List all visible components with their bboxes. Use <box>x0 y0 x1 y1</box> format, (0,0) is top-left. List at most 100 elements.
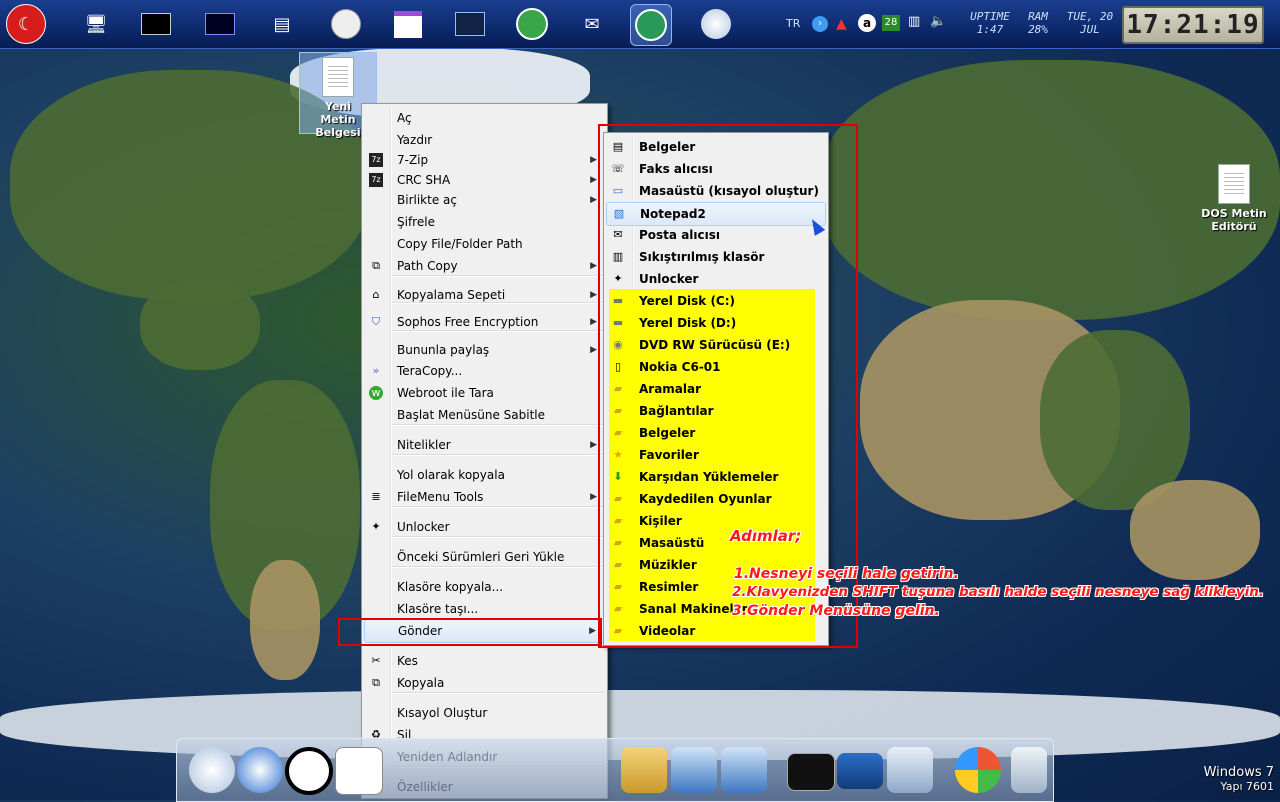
scissors-icon: ✂ <box>371 654 381 667</box>
menu-item-label: Unlocker <box>397 520 450 534</box>
copy-icon: ⧉ <box>372 676 380 689</box>
document-shortcut-icon <box>1218 164 1250 204</box>
avast-icon[interactable]: a <box>858 14 876 32</box>
webroot-icon: w <box>369 386 383 400</box>
menu-item-label: Kopyala <box>397 676 445 690</box>
compass-icon[interactable] <box>326 4 366 44</box>
context-menu-item[interactable]: Kısayol Oluştur <box>364 702 605 724</box>
terminal-dock-icon[interactable] <box>787 753 835 791</box>
tray-app-icon[interactable]: ▲ <box>836 16 847 32</box>
recycle-bin-dock-icon[interactable] <box>1011 747 1047 793</box>
mail-dock-icon[interactable] <box>237 747 283 793</box>
shield-icon: ⛉ <box>371 315 381 328</box>
context-menu-item[interactable]: w Webroot ile Tara <box>364 382 605 404</box>
copy-icon: ⧉ <box>372 259 380 272</box>
context-menu-item[interactable]: Nitelikler ▶ <box>364 434 605 456</box>
menu-item-label: Klasöre taşı... <box>397 602 479 616</box>
menu-item-label: Nitelikler <box>397 438 451 452</box>
paint-dock-icon[interactable] <box>335 747 383 795</box>
context-menu-item[interactable]: Şifrele <box>364 211 605 233</box>
context-menu-item[interactable]: Yol olarak kopyala <box>364 464 605 486</box>
control-panel-dock-icon[interactable] <box>887 747 933 793</box>
orb-dock-icon[interactable] <box>189 747 235 793</box>
context-menu-item[interactable]: ⌂ Kopyalama Sepeti ▶ <box>364 284 605 306</box>
submenu-arrow-icon: ▶ <box>590 261 597 271</box>
context-menu-item[interactable]: Klasöre taşı... <box>364 598 605 620</box>
menu-item-label: Sophos Free Encryption <box>397 315 539 329</box>
moon-orb-icon[interactable] <box>696 4 736 44</box>
context-menu-item[interactable]: Yazdır <box>364 129 605 151</box>
submenu-arrow-icon: ▶ <box>590 195 597 205</box>
command-prompt-icon[interactable] <box>136 4 176 44</box>
seven-zip-icon: 7z <box>369 153 383 167</box>
context-menu-item[interactable]: ✂ Kes <box>364 650 605 672</box>
computer-icon[interactable]: 🖥 <box>76 4 116 44</box>
submenu-arrow-icon: ▶ <box>590 155 597 165</box>
menu-item-label: CRC SHA <box>397 173 451 187</box>
annotation-title: Adımlar; <box>730 527 802 545</box>
list-icon: ≣ <box>371 490 381 503</box>
seven-zip-icon: 7z <box>369 173 383 187</box>
context-menu-item[interactable]: Klasöre kopyala... <box>364 576 605 598</box>
key-icon[interactable] <box>512 4 552 44</box>
network-dock-icon[interactable] <box>721 747 767 793</box>
text-document-icon <box>322 57 354 97</box>
submenu-arrow-icon: ▶ <box>590 440 597 450</box>
volume-icon[interactable]: 🔈 <box>930 14 946 29</box>
context-menu-item[interactable]: ✦ Unlocker <box>364 516 605 538</box>
desktop-icon-dos-editor[interactable]: DOS Metin Editörü <box>1196 164 1272 233</box>
menu-item-label: Kısayol Oluştur <box>397 706 488 720</box>
windows-watermark: Windows 7 Yapı 7601 <box>1203 765 1274 794</box>
menu-item-label: Webroot ile Tara <box>397 386 494 400</box>
dock-bar <box>176 738 1054 802</box>
context-menu-item[interactable]: » TeraCopy... <box>364 360 605 382</box>
date-readout: TUE, 20 JUL <box>1066 10 1114 36</box>
context-menu-item[interactable]: 7z CRC SHA ▶ <box>364 169 605 191</box>
annotation-step-2: 2.Klavyenizden SHIFT tuşuna basılı halde… <box>732 584 1264 600</box>
context-menu-item[interactable]: Birlikte aç ▶ <box>364 189 605 211</box>
context-menu-item[interactable]: Bununla paylaş ▶ <box>364 339 605 361</box>
network-globe-icon[interactable] <box>630 4 672 46</box>
turkey-flag-icon[interactable]: ☾ <box>6 4 46 44</box>
computer-dock-icon[interactable] <box>671 747 717 793</box>
menu-item-label: Yazdır <box>397 133 433 147</box>
performance-graph-icon[interactable] <box>450 4 490 44</box>
annotation-box-send <box>338 618 602 646</box>
submenu-arrow-icon: ▶ <box>590 290 597 300</box>
context-menu-item[interactable]: 7z 7-Zip ▶ <box>364 149 605 171</box>
context-menu: Aç Yazdır 7z 7-Zip ▶ 7z CRC SHA ▶ Birlikte aç ▶ Şi… <box>361 103 608 799</box>
network-icon[interactable]: ▥ <box>908 14 920 29</box>
chevron-right-icon[interactable]: › <box>812 16 828 32</box>
context-menu-item[interactable]: Önceki Sürümleri Geri Yükle <box>364 546 605 568</box>
annotation-step-1: 1.Nesneyi seçili hale getirin. <box>734 566 959 582</box>
mail-globe-icon[interactable]: ✉ <box>572 4 612 44</box>
menu-item-label: Birlikte aç <box>397 193 457 207</box>
avast-dock-icon[interactable] <box>285 747 333 795</box>
menu-item-label: Aç <box>397 111 412 125</box>
basket-icon: ⌂ <box>372 288 380 301</box>
menu-item-label: Şifrele <box>397 215 435 229</box>
wand-icon: ✦ <box>371 520 381 533</box>
context-menu-item[interactable]: Başlat Menüsüne Sabitle <box>364 404 605 426</box>
window-app-icon[interactable] <box>388 4 428 44</box>
context-menu-item[interactable]: ⛉ Sophos Free Encryption ▶ <box>364 311 605 333</box>
menu-item-label: Copy File/Folder Path <box>397 237 523 251</box>
context-menu-item[interactable]: ⧉ Path Copy ▶ <box>364 255 605 277</box>
uptime-readout: UPTIME 1:47 <box>970 10 1010 36</box>
menu-item-label: 7-Zip <box>397 153 429 167</box>
powershell-dock-icon[interactable] <box>837 753 883 789</box>
submenu-arrow-icon: ▶ <box>590 175 597 185</box>
submenu-arrow-icon: ▶ <box>590 492 597 502</box>
context-menu-item[interactable]: Copy File/Folder Path <box>364 233 605 255</box>
tray-badge[interactable]: 28 <box>882 15 900 31</box>
windows-update-dock-icon[interactable] <box>955 747 1001 793</box>
context-menu-item[interactable]: Aç <box>364 107 605 129</box>
context-menu-item[interactable]: ≣ FileMenu Tools ▶ <box>364 486 605 508</box>
submenu-arrow-icon: ▶ <box>590 345 597 355</box>
language-indicator[interactable]: TR <box>786 17 800 30</box>
user-folder-dock-icon[interactable] <box>621 747 667 793</box>
context-menu-item[interactable]: ⧉ Kopyala <box>364 672 605 694</box>
screen-monitor-icon[interactable] <box>200 4 240 44</box>
teracopy-icon: » <box>372 364 380 377</box>
resource-monitor-icon[interactable]: ▤ <box>262 4 302 44</box>
